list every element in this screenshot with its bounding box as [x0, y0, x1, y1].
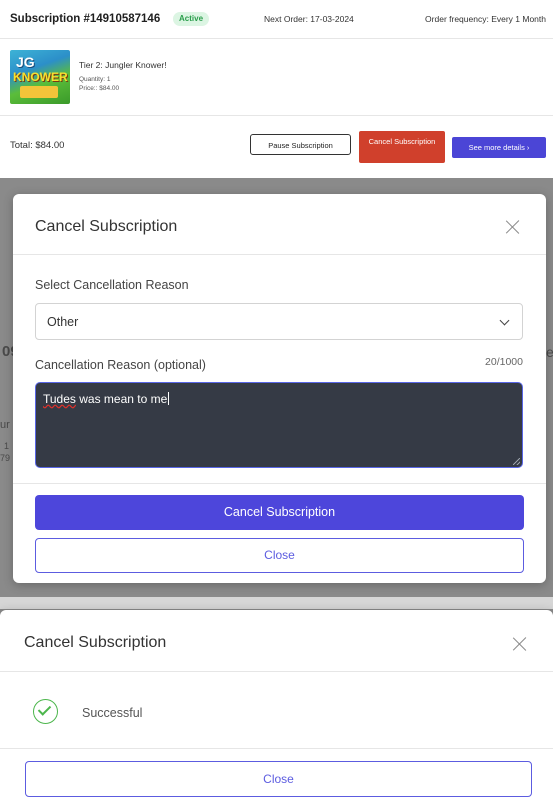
order-total: Total: $84.00: [10, 140, 65, 151]
close-button[interactable]: Close: [35, 538, 524, 573]
reason-text-label: Cancellation Reason (optional): [35, 358, 206, 372]
success-modal: Cancel Subscription Successful Close: [0, 610, 553, 810]
product-thumbnail: JG KNOWER: [10, 50, 70, 104]
pause-subscription-button[interactable]: Pause Subscription: [250, 134, 351, 155]
next-order-date: Next Order: 17-03-2024: [264, 14, 354, 24]
thumbnail-decoration: [20, 86, 58, 98]
see-more-details-button[interactable]: See more details ›: [452, 137, 546, 158]
reason-select-label: Select Cancellation Reason: [35, 278, 189, 292]
text-caret: [168, 392, 170, 405]
background-fragment: 1: [4, 441, 10, 451]
background-fragment: ur: [0, 419, 10, 431]
subscription-header: Subscription #14910587146 Active Next Or…: [0, 0, 553, 39]
chevron-down-icon: [499, 315, 510, 326]
check-circle-icon: [33, 699, 58, 724]
thumbnail-text-top: JG: [16, 54, 35, 70]
thumbnail-text-main: KNOWER: [13, 70, 68, 84]
divider: [0, 748, 553, 749]
textarea-value: Tudes was mean to me: [43, 392, 170, 406]
resize-handle-icon[interactable]: [513, 458, 520, 465]
subscription-title: Subscription #14910587146: [10, 13, 161, 25]
status-badge: Active: [173, 12, 210, 26]
cancellation-reason-textarea[interactable]: Tudes was mean to me: [35, 382, 523, 468]
cancel-subscription-button[interactable]: Cancel Subscription: [359, 131, 445, 163]
modal-header: Cancel Subscription: [0, 610, 553, 672]
backdrop-strip: [0, 597, 553, 609]
confirm-cancel-button[interactable]: Cancel Subscription: [35, 495, 524, 530]
product-quantity: Quantity: 1: [79, 76, 111, 83]
product-row: JG KNOWER Tier 2: Jungler Knower! Quanti…: [0, 39, 553, 116]
close-button[interactable]: Close: [25, 761, 532, 797]
background-fragment: 79: [0, 453, 11, 463]
divider: [13, 483, 546, 484]
modal-header: Cancel Subscription: [13, 194, 546, 255]
textarea-value-rest: was mean to me: [75, 392, 168, 406]
cancellation-reason-select[interactable]: Other: [35, 303, 523, 340]
modal-title: Cancel Subscription: [24, 634, 167, 651]
close-icon[interactable]: [506, 220, 520, 234]
cancel-subscription-modal: Cancel Subscription Select Cancellation …: [13, 194, 546, 583]
subscription-actions: Total: $84.00 Pause Subscription Cancel …: [0, 116, 553, 176]
product-name: Tier 2: Jungler Knower!: [79, 60, 167, 70]
select-value: Other: [47, 315, 79, 329]
character-counter: 20/1000: [485, 356, 523, 368]
misspelled-word: Tudes: [43, 392, 76, 406]
modal-title: Cancel Subscription: [35, 218, 178, 235]
subscription-card: Subscription #14910587146 Active Next Or…: [0, 0, 553, 178]
close-icon[interactable]: [513, 637, 527, 651]
order-frequency: Order frequency: Every 1 Month: [425, 14, 546, 24]
success-message: Successful: [82, 706, 143, 720]
product-price: Price:: $84.00: [79, 85, 120, 92]
background-fragment: e: [546, 344, 553, 360]
